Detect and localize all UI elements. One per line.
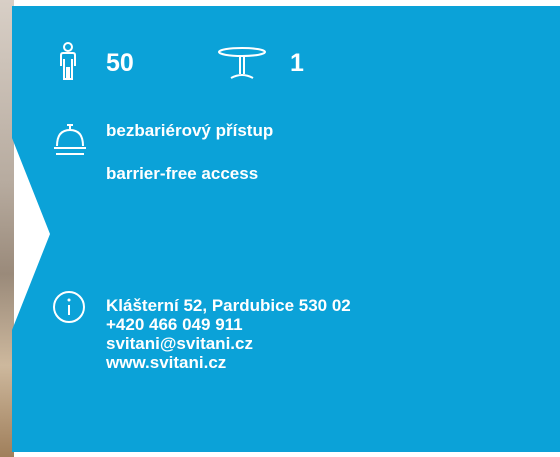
info-panel: 50 1 bezbariérový přístup barrier-free a…: [12, 6, 560, 452]
reception-bell-icon: [52, 121, 88, 159]
info-icon: [52, 290, 86, 324]
photo-edge: [0, 0, 14, 457]
email-link[interactable]: svitani@svitani.cz: [106, 334, 253, 353]
access-text-cs: bezbariérový přístup: [106, 121, 274, 140]
website-link[interactable]: www.svitani.cz: [106, 353, 226, 372]
persons-count: 50: [106, 49, 134, 77]
address-text: Klášterní 52, Pardubice 530 02: [106, 296, 351, 315]
table-icon: [216, 46, 268, 80]
phone-text[interactable]: +420 466 049 911: [106, 315, 243, 334]
tables-count: 1: [290, 49, 304, 77]
person-icon: [58, 42, 78, 80]
access-text-en: barrier-free access: [106, 164, 259, 183]
